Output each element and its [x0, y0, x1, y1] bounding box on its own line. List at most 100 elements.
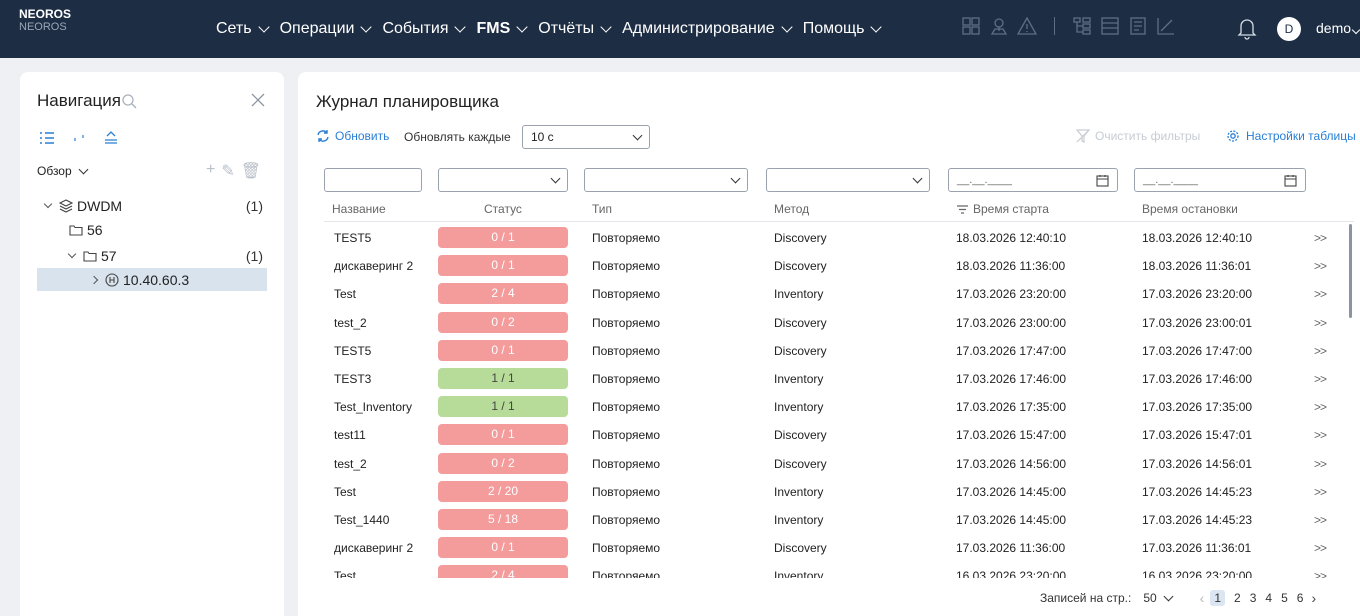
- scheduler-log-panel: Журнал планировщика Обновить Обновлять к…: [298, 72, 1360, 616]
- user-menu[interactable]: demo: [1316, 20, 1360, 36]
- tree-item[interactable]: 10.40.60.3: [37, 268, 267, 291]
- status-filter-select[interactable]: [438, 168, 568, 192]
- notifications-bell-icon[interactable]: [1236, 16, 1258, 40]
- expand-row-button[interactable]: >>: [1314, 316, 1327, 330]
- column-header-type[interactable]: Тип: [592, 202, 612, 216]
- table-row[interactable]: Test Повторяемо Inventory 17.03.2026 23:20:…: [298, 280, 1358, 308]
- document-icon[interactable]: [1127, 15, 1149, 37]
- table-settings-button[interactable]: Настройки таблицы: [1226, 129, 1356, 143]
- cell-stop: 17.03.2026 14:45:23: [1142, 513, 1253, 527]
- expand-row-button[interactable]: >>: [1314, 400, 1327, 414]
- refresh-button[interactable]: Обновить: [316, 129, 389, 143]
- expand-row-button[interactable]: >>: [1314, 457, 1327, 471]
- page-number[interactable]: 2: [1234, 591, 1241, 605]
- refresh-interval-select[interactable]: 10 с: [522, 125, 650, 149]
- table-row[interactable]: дискаверинг 2 Повторяемо Discovery 18.03.20…: [298, 252, 1358, 280]
- table-row[interactable]: Test Повторяемо Inventory 16.03.2026 23:20:…: [298, 562, 1358, 578]
- type-filter-select[interactable]: [584, 168, 748, 192]
- add-icon[interactable]: +: [206, 161, 215, 181]
- chevron-down-icon[interactable]: [67, 249, 77, 258]
- table-row[interactable]: дискаверинг 2 Повторяемо Discovery 17.03.20…: [298, 534, 1358, 562]
- warning-icon[interactable]: [1016, 15, 1038, 37]
- delete-icon[interactable]: 🗑: [241, 161, 261, 181]
- table-row[interactable]: Test_Inventory Повторяемо Inventory 17.03.2…: [298, 393, 1358, 421]
- expand-row-button[interactable]: >>: [1314, 372, 1327, 386]
- page-number[interactable]: 3: [1250, 591, 1257, 605]
- table-row[interactable]: Test_1440 Повторяемо Inventory 17.03.2026 1…: [298, 506, 1358, 534]
- method-filter-select[interactable]: [766, 168, 930, 192]
- start-date-filter[interactable]: __.__.____: [948, 168, 1118, 192]
- menu-item-4[interactable]: Отчёты: [538, 20, 614, 38]
- cell-method: Inventory: [774, 372, 824, 386]
- menu-item-0[interactable]: Сеть: [216, 20, 272, 38]
- collapse-all-icon[interactable]: [103, 130, 119, 146]
- dashboard-icon[interactable]: [960, 15, 982, 37]
- expand-row-button[interactable]: >>: [1314, 569, 1327, 578]
- chevron-down-icon[interactable]: [43, 199, 53, 208]
- close-icon[interactable]: [250, 92, 266, 108]
- cell-stop: 17.03.2026 17:35:00: [1142, 400, 1253, 415]
- calendar-icon[interactable]: [1096, 174, 1109, 187]
- menu-item-label: FMS: [476, 20, 511, 37]
- table-row[interactable]: Test Повторяемо Inventory 17.03.2026 14:45:…: [298, 478, 1358, 506]
- tree-item[interactable]: 57 (1): [37, 244, 267, 267]
- table-icon[interactable]: [1099, 15, 1121, 37]
- expand-row-button[interactable]: >>: [1314, 259, 1327, 273]
- refresh-tree-icon[interactable]: [71, 130, 87, 146]
- menu-item-label: Сеть: [216, 20, 252, 37]
- expand-row-button[interactable]: >>: [1314, 428, 1327, 442]
- menu-item-1[interactable]: Операции: [280, 20, 375, 38]
- page-number[interactable]: 1: [1210, 590, 1226, 606]
- table-row[interactable]: test11 Повторяемо Discovery 17.03.2026 15:4…: [298, 421, 1358, 449]
- page-number[interactable]: 4: [1265, 591, 1272, 605]
- column-header-status[interactable]: Статус: [484, 202, 522, 216]
- expand-row-button[interactable]: >>: [1314, 485, 1327, 499]
- column-header-method[interactable]: Метод: [774, 202, 809, 216]
- table-row[interactable]: test_2 Повторяемо Discovery 17.03.2026 14:5…: [298, 450, 1358, 478]
- brand-logo[interactable]: NEOROS NEOROS: [19, 8, 71, 34]
- expand-row-button[interactable]: >>: [1314, 513, 1327, 527]
- column-header-stop-time[interactable]: Время остановки: [1142, 202, 1238, 216]
- tree-item-count: (1): [245, 247, 263, 264]
- table-scrollbar[interactable]: [1349, 224, 1352, 318]
- overview-dropdown[interactable]: Обзор: [37, 164, 89, 178]
- menu-item-3[interactable]: FMS: [476, 20, 530, 38]
- expand-row-button[interactable]: >>: [1314, 287, 1327, 301]
- expand-row-button[interactable]: >>: [1314, 344, 1327, 358]
- calendar-icon[interactable]: [1284, 174, 1297, 187]
- tree-item-label: 57: [101, 247, 117, 264]
- cell-type: Повторяемо: [592, 541, 661, 556]
- table-row[interactable]: TEST5 Повторяемо Discovery 17.03.2026 17:47…: [298, 337, 1358, 365]
- cell-stop: 17.03.2026 17:46:00: [1142, 372, 1253, 386]
- stop-date-filter[interactable]: __.__.____: [1134, 168, 1306, 192]
- chevron-down-icon: [632, 130, 643, 140]
- expand-row-button[interactable]: >>: [1314, 231, 1327, 245]
- chevron-right-icon[interactable]: [89, 275, 99, 284]
- page-number[interactable]: 5: [1281, 591, 1288, 605]
- column-header-name[interactable]: Название: [332, 202, 386, 216]
- table-row[interactable]: test_2 Повторяемо Discovery 17.03.2026 23:0…: [298, 309, 1358, 337]
- tree-item[interactable]: 56: [37, 218, 267, 241]
- column-header-start-time[interactable]: Время старта: [956, 202, 1049, 216]
- edit-icon[interactable]: ✎: [221, 161, 234, 181]
- search-icon[interactable]: [121, 93, 137, 109]
- table-row[interactable]: TEST5 Повторяемо Discovery 18.03.2026 12:40…: [298, 224, 1358, 252]
- cell-name: Test: [334, 287, 357, 302]
- per-page-select[interactable]: 50: [1143, 591, 1174, 605]
- clear-filters-button[interactable]: Очистить фильтры: [1076, 129, 1200, 143]
- list-view-icon[interactable]: [39, 130, 55, 146]
- user-avatar[interactable]: D: [1277, 17, 1301, 41]
- next-page-button[interactable]: ›: [1311, 590, 1316, 606]
- filter-clear-icon: [1076, 129, 1090, 143]
- name-filter-input[interactable]: [324, 168, 422, 192]
- menu-item-2[interactable]: События: [382, 20, 468, 38]
- expand-row-button[interactable]: >>: [1314, 541, 1327, 555]
- tree-structure-icon[interactable]: [1071, 15, 1093, 37]
- table-row[interactable]: TEST3 Повторяемо Inventory 17.03.2026 17:46…: [298, 365, 1358, 393]
- page-number[interactable]: 6: [1297, 591, 1304, 605]
- menu-item-5[interactable]: Администрирование: [622, 20, 795, 38]
- menu-item-6[interactable]: Помощь: [803, 20, 885, 38]
- map-pin-icon[interactable]: [988, 15, 1010, 37]
- tree-item[interactable]: DWDM (1): [37, 194, 267, 217]
- chart-icon[interactable]: [1155, 15, 1177, 37]
